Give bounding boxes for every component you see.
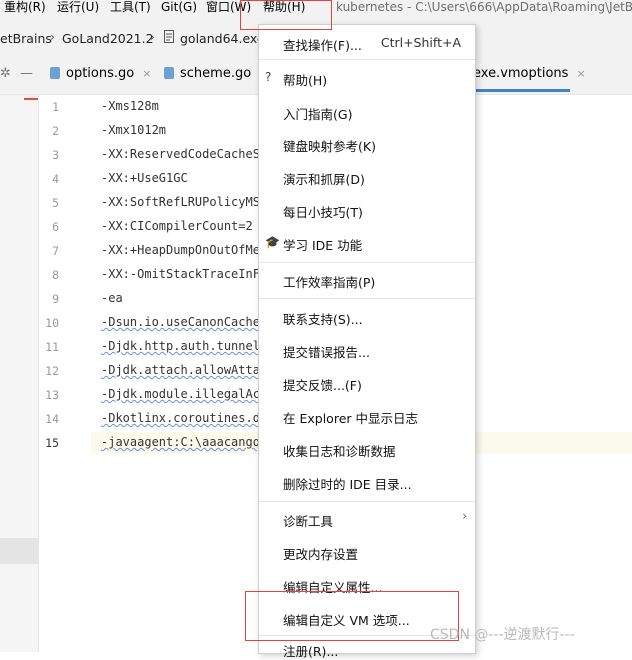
menu-item-edit-custom-vm-options[interactable]: 编辑自定义 VM 选项... — [283, 610, 410, 629]
code-line[interactable]: -XX:+HeapDumpOnOutOfMem — [101, 243, 261, 257]
line-number: 3 — [52, 148, 59, 162]
menu-item-demos-screencasts[interactable]: 演示和抓屏(D) — [283, 169, 365, 188]
chevron-right-icon: › — [462, 509, 467, 523]
line-number: 5 — [52, 196, 59, 210]
menu-item-change-memory[interactable]: 更改内存设置 — [283, 544, 358, 563]
line-number: 10 — [45, 316, 59, 330]
code-line[interactable]: -ea — [101, 291, 123, 305]
line-number: 6 — [52, 220, 59, 234]
question-icon: ? — [265, 70, 272, 84]
code-line-current[interactable]: -javaagent:C:\aaacangq — [101, 435, 260, 449]
line-number: 1 — [52, 100, 59, 114]
menu-item-show-log[interactable]: 在 Explorer 中显示日志 — [283, 408, 418, 427]
code-line[interactable]: -XX:+UseG1GC — [101, 171, 188, 185]
menu-item-getting-started[interactable]: 入门指南(G) — [283, 104, 352, 123]
tab-label: scheme.go — [180, 66, 252, 81]
tab-label: options.go — [66, 66, 135, 81]
code-editor[interactable]: -Xms128m -Xmx1012m -XX:ReservedCodeCache… — [91, 95, 261, 652]
go-file-icon — [164, 66, 174, 79]
code-line[interactable]: -Djdk.module.illegalAcc — [101, 387, 261, 401]
menu-separator — [259, 262, 475, 263]
code-line[interactable]: -Xms128m — [101, 99, 159, 113]
minimize-icon[interactable]: — — [20, 56, 33, 92]
selected-panel-item[interactable] — [0, 538, 38, 564]
chevron-right-icon: › — [50, 30, 55, 44]
tab-scheme-go[interactable]: scheme.go× — [164, 56, 268, 92]
code-line[interactable]: -Dsun.io.useCanonCaches — [101, 315, 261, 329]
help-menu-popup: 查找操作(F)... Ctrl+Shift+A ? 帮助(H) 入门指南(G) … — [258, 24, 476, 659]
menu-item-help[interactable]: 帮助(H) — [283, 70, 327, 89]
error-marker — [24, 98, 38, 100]
code-line[interactable]: -Djdk.attach.allowAttac — [101, 363, 261, 377]
settings-gear-icon[interactable]: ✲ — [0, 56, 11, 92]
line-number-current: 15 — [45, 436, 59, 450]
window-title: kubernetes - C:\Users\666\AppData\Roamin… — [336, 0, 632, 14]
menu-item-edit-custom-properties[interactable]: 编辑自定义属性... — [283, 577, 382, 596]
menu-separator — [259, 59, 475, 60]
menu-separator — [259, 501, 475, 502]
line-number: 13 — [45, 388, 59, 402]
menu-window[interactable]: 窗口(W) — [206, 0, 251, 20]
line-number: 7 — [52, 244, 59, 258]
menu-item-register[interactable]: 注册(R)... — [283, 641, 338, 660]
menu-item-collect-logs[interactable]: 收集日志和诊断数据 — [283, 441, 396, 460]
line-number: 8 — [52, 268, 59, 282]
breadcrumb-item-jetbrains[interactable]: etBrains — [0, 31, 52, 46]
menu-item-delete-ide-dirs[interactable]: 删除过时的 IDE 目录... — [283, 474, 412, 493]
watermark: CSDN @---逆渡默行--- — [430, 627, 575, 643]
close-icon[interactable]: × — [576, 67, 585, 80]
breadcrumb-item-file[interactable]: goland64.exe — [180, 31, 265, 46]
close-icon[interactable]: × — [142, 67, 151, 80]
side-panel — [0, 95, 39, 652]
code-line[interactable]: -XX:SoftRefLRUPolicyMSP — [101, 195, 261, 209]
code-line[interactable]: -Dkotlinx.coroutines.de — [101, 411, 261, 425]
menu-git[interactable]: Git(G) — [161, 0, 197, 20]
graduation-cap-icon: 🎓 — [265, 235, 280, 249]
line-number: 12 — [45, 364, 59, 378]
menu-refactor[interactable]: 重构(R) — [4, 0, 46, 20]
menu-item-submit-feedback[interactable]: 提交反馈...(F) — [283, 375, 362, 394]
go-file-icon — [50, 66, 60, 79]
menu-tools[interactable]: 工具(T) — [110, 0, 151, 20]
line-number: 2 — [52, 124, 59, 138]
menu-item-keymap-reference[interactable]: 键盘映射参考(K) — [283, 136, 376, 155]
code-line[interactable]: -XX:ReservedCodeCacheSi — [101, 147, 261, 161]
menu-item-submit-bug[interactable]: 提交错误报告... — [283, 342, 370, 361]
chevron-right-icon: › — [150, 30, 155, 44]
file-icon — [164, 30, 174, 46]
menu-item-diagnostic-tools[interactable]: 诊断工具 — [283, 511, 333, 530]
menu-separator — [259, 298, 475, 299]
menu-item-learn-ide[interactable]: 学习 IDE 功能 — [283, 235, 362, 254]
menu-run[interactable]: 运行(U) — [57, 0, 99, 20]
shortcut-label: Ctrl+Shift+A — [380, 35, 461, 50]
menu-help[interactable]: 帮助(H) — [263, 0, 305, 20]
tab-label: exe.vmoptions — [473, 66, 569, 81]
code-line[interactable]: -Djdk.http.auth.tunneli — [101, 339, 261, 353]
code-line[interactable]: -XX:-OmitStackTraceInFa — [101, 267, 261, 281]
menu-item-find-action[interactable]: 查找操作(F)... — [283, 35, 362, 54]
code-line[interactable]: -XX:CICompilerCount=2 — [101, 219, 253, 233]
code-line[interactable]: -Xmx1012m — [101, 123, 166, 137]
line-number: 14 — [45, 412, 59, 426]
line-number: 11 — [45, 340, 59, 354]
line-number: 4 — [52, 172, 59, 186]
line-number-gutter: 1 2 3 4 5 6 7 8 9 10 11 12 13 14 15 — [39, 95, 91, 652]
line-number: 9 — [52, 292, 59, 306]
tab-options-go[interactable]: options.go × — [50, 56, 151, 92]
menu-item-productivity-guide[interactable]: 工作效率指南(P) — [283, 272, 375, 291]
menu-item-contact-support[interactable]: 联系支持(S)... — [283, 309, 363, 328]
menu-item-tip-of-day[interactable]: 每日小技巧(T) — [283, 202, 363, 221]
breadcrumb-item-goland[interactable]: GoLand2021.2 — [62, 31, 154, 46]
